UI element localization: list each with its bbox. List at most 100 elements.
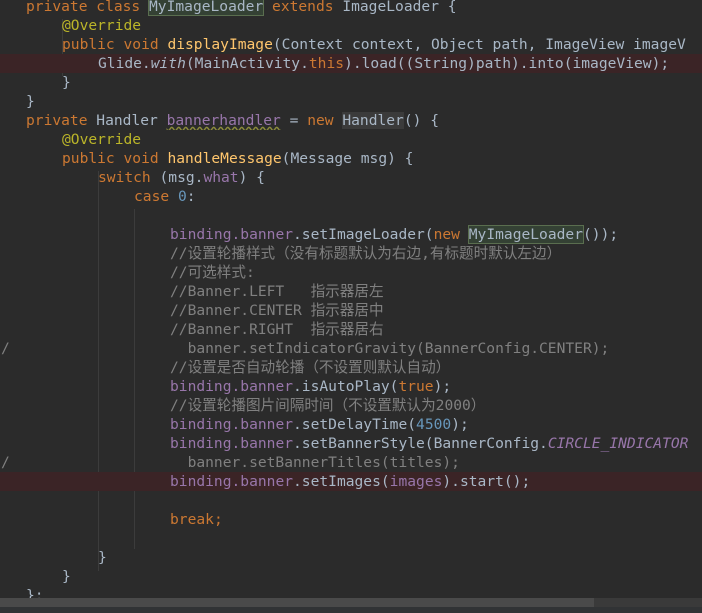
field-name: images <box>389 473 443 490</box>
code-token: : <box>186 188 196 205</box>
code-line: binding.banner.setBannerStyle(BannerConf… <box>0 434 702 453</box>
code-token: binding. <box>170 416 241 433</box>
field-name: what <box>203 169 239 186</box>
code-token: ).start(); <box>442 473 531 490</box>
code-token: private class <box>26 0 150 15</box>
code-token: = <box>280 112 308 129</box>
code-line: } <box>0 92 702 111</box>
code-line: } <box>0 567 702 586</box>
field-name: banner <box>240 416 294 433</box>
code-token: with <box>150 55 186 72</box>
code-line: binding.banner.isAutoPlay(true); <box>0 377 702 396</box>
code-token: new <box>433 226 469 243</box>
code-token: ); <box>433 378 452 395</box>
comment: //设置轮播样式（没有标题默认为右边,有标题时默认左边） <box>170 245 562 262</box>
code-editor[interactable]: private class MyImageLoader extends Imag… <box>0 0 702 613</box>
code-line: binding.banner.setDelayTime(4500); <box>0 415 702 434</box>
code-token: public void <box>62 150 168 167</box>
code-token: () { <box>403 112 440 129</box>
code-token: new <box>307 112 343 129</box>
code-token: (Context context, Object path, ImageView… <box>272 36 686 53</box>
code-token: binding. <box>170 435 241 452</box>
code-token: this <box>308 55 345 72</box>
code-line: switch (msg.what) { <box>0 168 702 187</box>
scrollbar-thumb[interactable] <box>0 598 594 607</box>
code-token: .isAutoPlay( <box>293 378 399 395</box>
code-token: .setImageLoader( <box>293 226 434 243</box>
code-token: private <box>26 112 97 129</box>
code-line: //设置轮播样式（没有标题默认为右边,有标题时默认左边） <box>0 244 702 263</box>
field-name: bannerhandler <box>166 112 281 129</box>
editor-bottom-border <box>0 607 702 613</box>
method-name: displayImage <box>167 36 273 53</box>
code-token: true <box>398 378 434 395</box>
code-line: //Banner.RIGHT 指示器居右 <box>0 320 702 339</box>
code-token: .setImages( <box>293 473 390 490</box>
field-name: banner <box>240 473 294 490</box>
code-token: .setBannerStyle(BannerConfig. <box>293 435 548 452</box>
code-line: / banner.setBannerTitles(titles); <box>0 453 702 472</box>
type-highlight: Handler <box>342 112 404 129</box>
field-name: banner <box>240 226 294 243</box>
code-token: Glide. <box>98 55 151 72</box>
code-token: ()); <box>583 226 619 243</box>
code-token: Handler <box>96 112 167 129</box>
code-token: ImageLoader { <box>342 0 457 15</box>
code-token: ); <box>451 416 469 433</box>
code-token: (Message msg) { <box>281 150 414 167</box>
annotation-token: @Override <box>62 17 142 34</box>
code-line: //可选样式: <box>0 263 702 282</box>
comment: //Banner.CENTER 指示器居中 <box>170 302 384 319</box>
code-token: (msg. <box>159 169 204 186</box>
code-line: binding.banner.setImageLoader(new MyImag… <box>0 225 702 244</box>
code-line-error: Glide.with(MainActivity.this).load((Stri… <box>0 54 702 73</box>
comment: //Banner.LEFT 指示器居左 <box>170 283 384 300</box>
code-token: ).load((String)path).into(imageView); <box>344 55 670 72</box>
code-line: //Banner.CENTER 指示器居中 <box>0 301 702 320</box>
comment: //可选样式: <box>170 264 255 281</box>
comment: //设置轮播图片间隔时间（不设置默认为2000） <box>170 397 486 414</box>
scrollbar-track[interactable] <box>594 598 702 607</box>
annotation-token: @Override <box>62 131 142 148</box>
code-line: } <box>0 548 702 567</box>
code-line: @Override <box>0 130 702 149</box>
method-name: handleMessage <box>167 150 282 167</box>
code-token: break <box>170 511 214 528</box>
code-line: case 0: <box>0 187 702 206</box>
constant-token: CIRCLE_INDICATOR <box>547 435 689 452</box>
code-line: public void handleMessage(Message msg) { <box>0 149 702 168</box>
code-line: //设置是否自动轮播（不设置则默认自动） <box>0 358 702 377</box>
code-line: //Banner.LEFT 指示器居左 <box>0 282 702 301</box>
comment-marker: / <box>1 454 10 471</box>
class-name-highlight: MyImageLoader <box>148 0 265 16</box>
code-line-error: binding.banner.setImages(images).start()… <box>0 472 702 491</box>
code-line: } <box>0 73 702 92</box>
code-token: public void <box>62 36 168 53</box>
comment: //Banner.RIGHT 指示器居右 <box>170 321 384 338</box>
field-name: banner <box>240 378 294 395</box>
code-token: binding. <box>170 378 241 395</box>
code-token: case <box>134 188 178 205</box>
comment: banner.setBannerTitles(titles); <box>170 454 460 471</box>
code-line: @Override <box>0 16 702 35</box>
number-token: 4500 <box>416 416 452 433</box>
code-token: ) { <box>238 169 265 186</box>
comment-marker: / <box>1 340 10 357</box>
code-line: //设置轮播图片间隔时间（不设置默认为2000） <box>0 396 702 415</box>
field-name: banner <box>240 435 294 452</box>
code-line: private class MyImageLoader extends Imag… <box>0 0 702 16</box>
comment: banner.setIndicatorGravity(BannerConfig.… <box>170 340 610 357</box>
code-line: / banner.setIndicatorGravity(BannerConfi… <box>0 339 702 358</box>
code-token: (MainActivity. <box>185 55 309 72</box>
comment: //设置是否自动轮播（不设置则默认自动） <box>170 359 451 376</box>
code-line: break; <box>0 510 702 529</box>
code-token: } <box>26 93 35 110</box>
code-token: binding. <box>170 226 241 243</box>
code-line: public void displayImage(Context context… <box>0 35 702 54</box>
code-token: binding. <box>170 473 241 490</box>
code-token: extends <box>263 0 343 15</box>
code-token: switch <box>98 169 160 186</box>
code-token: ; <box>213 511 223 528</box>
code-token: } <box>98 549 107 566</box>
number-token: 0 <box>177 188 187 205</box>
